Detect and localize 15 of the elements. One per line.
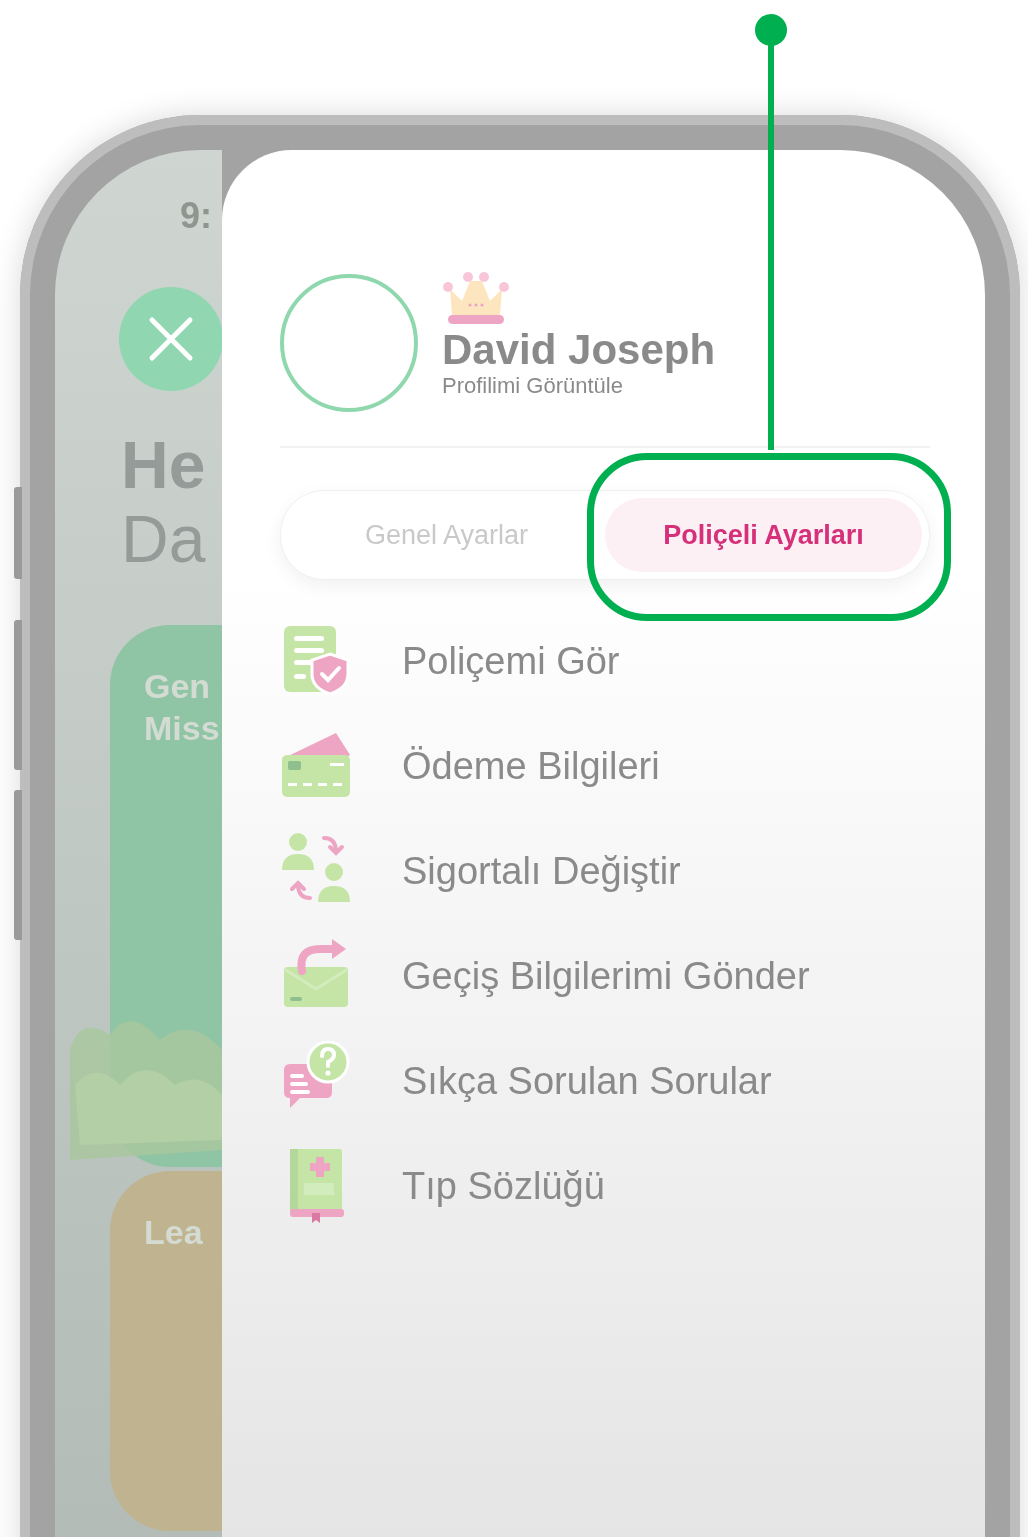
settings-tab[interactable]: Poliçeli Ayarları [605,498,922,572]
avatar[interactable] [280,274,418,412]
crown-icon [442,271,510,327]
status-time: 9: [180,195,213,237]
menu-item[interactable]: Poliçemi Gör [402,639,620,683]
card-title: Gen [144,666,212,707]
user-name: David Joseph [442,327,716,373]
card-title: Lea [144,1212,204,1253]
menu-item[interactable]: Sigortalı Değiştir [402,849,681,893]
menu-item[interactable]: Sıkça Sorulan Sorular [402,1059,772,1103]
menu-item[interactable]: Tıp Sözlüğü [402,1164,605,1208]
menu-item[interactable]: Geçiş Bilgilerimi Gönder [402,954,810,998]
card-title: Miss [144,708,221,749]
menu-item[interactable]: Ödeme Bilgileri [402,744,660,788]
view-profile-link[interactable]: Profilimi Görüntüle [442,373,623,399]
